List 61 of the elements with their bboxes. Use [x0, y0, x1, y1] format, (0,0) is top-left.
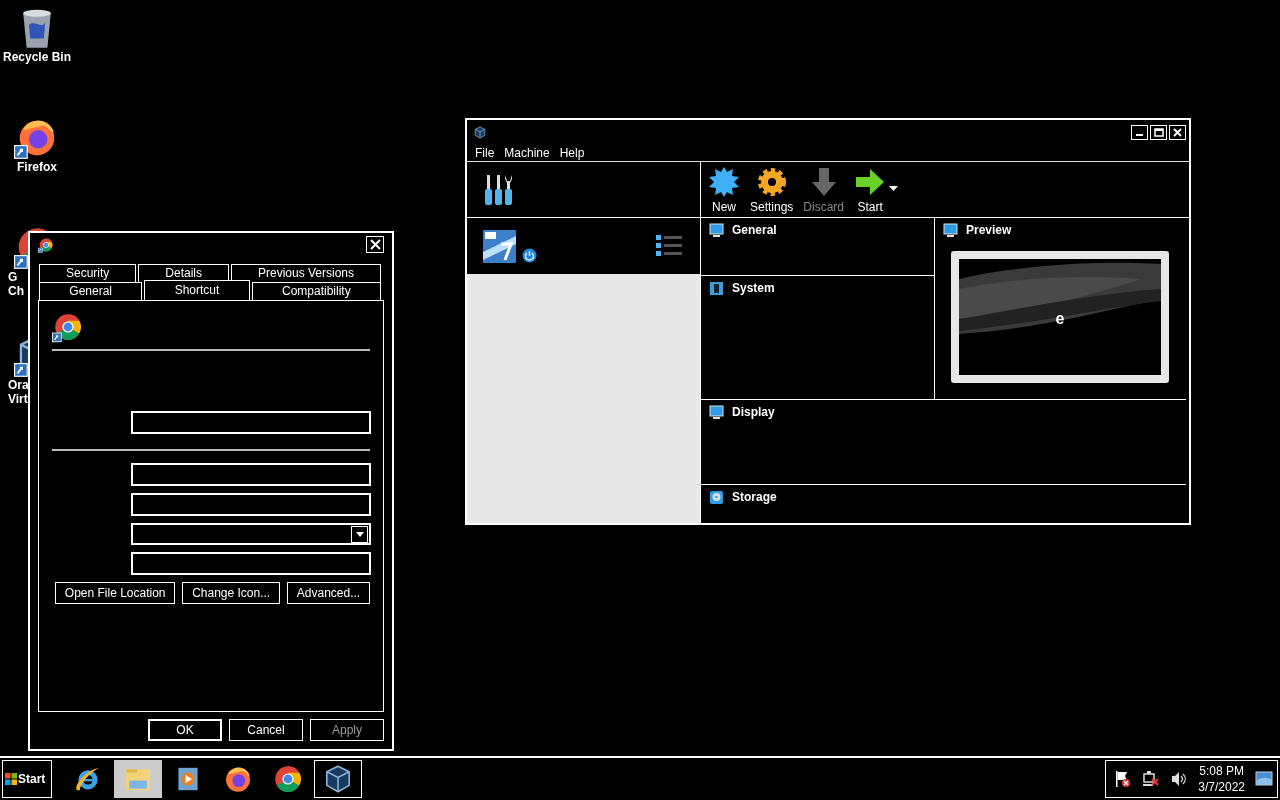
icon-label: Virt: [7, 392, 28, 406]
section-title: System: [732, 280, 775, 297]
chrome-icon: [38, 236, 54, 253]
icon-label: Recycle Bin: [2, 50, 71, 64]
power-icon[interactable]: [522, 247, 537, 263]
dropdown-field[interactable]: [131, 522, 371, 545]
toolbar-button[interactable]: Start: [851, 166, 890, 216]
dialog-button[interactable]: OK: [148, 719, 222, 741]
maximize-button[interactable]: [1150, 124, 1167, 140]
tab[interactable]: Shortcut: [144, 279, 250, 300]
close-button[interactable]: [366, 236, 384, 254]
gear-icon: [755, 166, 788, 198]
monitor-icon: [709, 404, 724, 420]
chip-icon: [709, 280, 724, 296]
dialog-button[interactable]: Change Icon...: [182, 581, 280, 604]
dialog-button[interactable]: Advanced...: [287, 581, 370, 604]
list-view-icon[interactable]: [656, 235, 682, 257]
menu-item[interactable]: Machine: [504, 146, 550, 159]
menu-item[interactable]: File: [475, 146, 495, 159]
icon-label: Ora: [7, 378, 29, 392]
flag-icon[interactable]: [1114, 770, 1133, 788]
volume-icon[interactable]: [1170, 770, 1189, 788]
icon-label: Firefox: [17, 160, 57, 174]
os-logo-icon: [483, 229, 516, 263]
close-icon: [369, 239, 381, 251]
minimize-icon: [1136, 133, 1143, 136]
text-field[interactable]: [131, 462, 371, 486]
section-title: Storage: [732, 489, 777, 506]
tab[interactable]: Previous Versions: [231, 263, 381, 282]
section-title: Display: [732, 404, 775, 421]
tools-icon[interactable]: [483, 172, 515, 207]
minimize-button[interactable]: [1131, 124, 1148, 140]
text-field[interactable]: [131, 551, 371, 575]
screen-text: e: [1055, 309, 1065, 330]
text-field[interactable]: [131, 492, 371, 516]
chrome-icon: [272, 763, 304, 795]
close-icon: [1173, 127, 1182, 137]
icon-label: G: [7, 270, 18, 284]
maximize-icon: [1153, 127, 1164, 137]
star-burst-icon: [708, 166, 740, 198]
icon-label: Ch: [7, 284, 24, 298]
close-button[interactable]: [1169, 124, 1186, 140]
network-icon[interactable]: [1142, 770, 1161, 788]
section-title: Preview: [966, 222, 1012, 239]
dialog-button[interactable]: Open File Location: [55, 581, 176, 604]
text-field[interactable]: [131, 410, 371, 434]
tab[interactable]: Security: [39, 263, 137, 282]
dropdown-arrow-icon[interactable]: [889, 186, 899, 191]
monitor-icon: [943, 222, 958, 238]
section-title: General: [732, 222, 777, 239]
windows-logo-icon: [5, 773, 17, 785]
dropdown-arrow-icon: [355, 531, 364, 537]
menu-item[interactable]: Help: [559, 146, 585, 159]
dialog-button[interactable]: Cancel: [229, 719, 303, 741]
start-button[interactable]: Start: [2, 760, 52, 798]
tab[interactable]: Details: [138, 263, 229, 282]
toolbar-button[interactable]: Settings: [747, 166, 797, 216]
cube-icon: [473, 124, 487, 140]
show-desktop-icon[interactable]: [1255, 769, 1273, 789]
monitor-icon: [709, 222, 724, 238]
toolbar-button[interactable]: New: [705, 166, 743, 216]
